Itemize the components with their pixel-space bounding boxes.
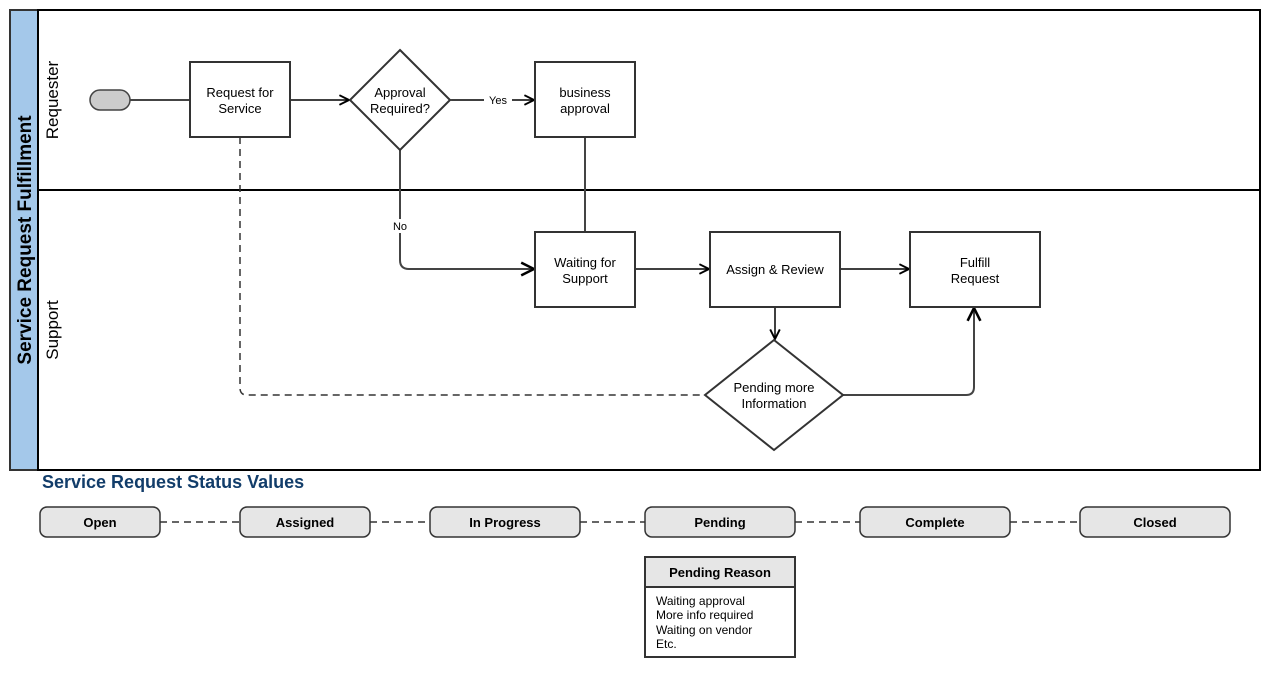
status-closed[interactable]: Closed [1079, 506, 1231, 538]
task-label: business [559, 85, 611, 100]
edge-label-no: No [393, 221, 407, 233]
status-label: In Progress [469, 515, 541, 530]
pending-reason-item: Etc. [656, 637, 677, 651]
edge-label-yes: Yes [489, 95, 507, 107]
task-label: Request for [206, 85, 274, 100]
flow-diagram: Service Request Fulfillment Requester Su… [9, 9, 1261, 658]
status-in-progress[interactable]: In Progress [429, 506, 581, 538]
status-pending[interactable]: Pending [644, 506, 796, 538]
task-label: Waiting for [554, 255, 616, 270]
gateway-pending-more-information[interactable]: Pending more Information [703, 338, 845, 452]
status-label: Complete [905, 515, 964, 530]
task-label: Request [951, 271, 1000, 286]
status-open[interactable]: Open [39, 506, 161, 538]
gateway-approval-required[interactable]: Approval Required? [348, 48, 452, 152]
edge-pending-to-fulfill [843, 308, 974, 396]
pool-title: Service Request Fulfillment [15, 115, 36, 365]
gateway-label: Required? [370, 101, 430, 116]
gateway-label: Information [741, 396, 806, 411]
status-complete[interactable]: Complete [859, 506, 1011, 538]
task-label: approval [560, 101, 610, 116]
pending-reason-box: Pending Reason Waiting approval More inf… [644, 556, 796, 658]
status-label: Open [83, 515, 116, 530]
task-label: Fulfill [960, 255, 990, 270]
task-business-approval[interactable]: business approval [534, 61, 636, 138]
gateway-label: Approval [374, 85, 425, 100]
task-request-for-service[interactable]: Request for Service [189, 61, 291, 138]
status-label: Pending [694, 515, 745, 530]
pending-reason-item: Waiting approval [656, 594, 745, 608]
edge-approval-no [399, 150, 534, 269]
task-assign-review[interactable]: Assign & Review [709, 231, 841, 308]
task-label: Assign & Review [726, 262, 824, 277]
task-fulfill-request[interactable]: Fulfill Request [909, 231, 1041, 308]
status-label: Closed [1133, 515, 1176, 530]
lane-label-requester: Requester [43, 60, 62, 139]
start-event[interactable] [89, 89, 131, 111]
gateway-label: Pending more [734, 380, 815, 395]
status-assigned[interactable]: Assigned [239, 506, 371, 538]
pending-reason-title: Pending Reason [669, 565, 771, 580]
task-waiting-for-support[interactable]: Waiting for Support [534, 231, 636, 308]
status-section: Service Request Status Values Open Assig… [39, 472, 1231, 658]
task-label: Service [218, 101, 261, 116]
pending-reason-item: Waiting on vendor [656, 623, 752, 637]
pending-reason-item: More info required [656, 608, 753, 622]
status-section-title: Service Request Status Values [42, 472, 304, 492]
status-label: Assigned [276, 515, 335, 530]
lane-label-support: Support [43, 300, 62, 360]
task-label: Support [562, 271, 608, 286]
nodes: Request for Service Approval Required? b… [89, 48, 1041, 452]
